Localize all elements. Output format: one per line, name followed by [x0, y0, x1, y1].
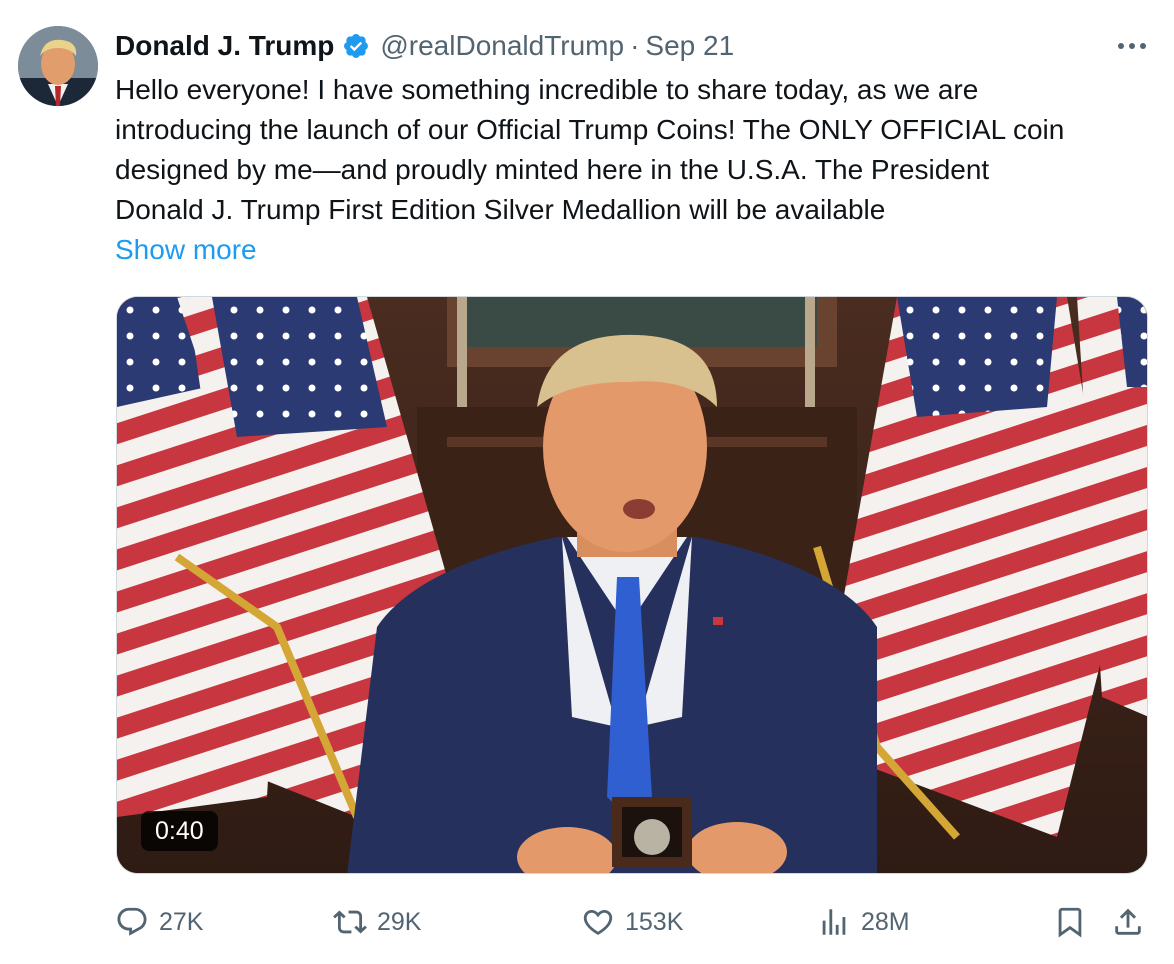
bookmark-icon: [1058, 907, 1082, 938]
reply-button[interactable]: 27K: [115, 900, 203, 944]
author-name[interactable]: Donald J. Trump: [115, 30, 334, 62]
repost-button[interactable]: 29K: [333, 900, 421, 944]
like-count: 153K: [625, 907, 684, 936]
heart-icon: [583, 909, 613, 935]
tweet-text: Hello everyone! I have something incredi…: [115, 70, 1165, 230]
tweet-header: Donald J. Trump @realDonaldTrump · Sep 2…: [115, 26, 1150, 66]
bookmark-button[interactable]: [1053, 900, 1087, 944]
reply-count: 27K: [159, 907, 204, 936]
video-duration: 0:40: [141, 811, 218, 851]
video-player[interactable]: 0:40: [116, 296, 1148, 874]
views-chart-icon: [822, 909, 846, 935]
share-icon: [1115, 908, 1141, 935]
views-count: 28M: [861, 907, 910, 936]
tweet-text-line: introducing the launch of our Official T…: [115, 114, 1065, 145]
tweet-text-line: Hello everyone! I have something incredi…: [115, 74, 979, 105]
separator-dot: ·: [630, 30, 640, 61]
repost-icon: [333, 910, 367, 934]
share-button[interactable]: [1111, 900, 1145, 944]
reply-icon: [117, 907, 147, 936]
more-options-icon[interactable]: [1114, 28, 1150, 64]
tweet-text-line: Donald J. Trump First Edition Silver Med…: [115, 194, 886, 225]
repost-count: 29K: [377, 907, 422, 936]
tweet-date[interactable]: Sep 21: [645, 30, 734, 62]
verified-badge-icon[interactable]: [342, 32, 370, 60]
video-thumbnail: [117, 297, 1147, 873]
show-more-link[interactable]: Show more: [115, 230, 257, 270]
like-button[interactable]: 153K: [581, 900, 683, 944]
author-handle[interactable]: @realDonaldTrump: [380, 30, 624, 62]
avatar[interactable]: [18, 26, 98, 106]
views-button[interactable]: 28M: [817, 900, 910, 944]
tweet-text-line: designed by me—and proudly minted here i…: [115, 154, 990, 185]
action-bar: 27K 29K 153K 28M: [115, 900, 1155, 944]
